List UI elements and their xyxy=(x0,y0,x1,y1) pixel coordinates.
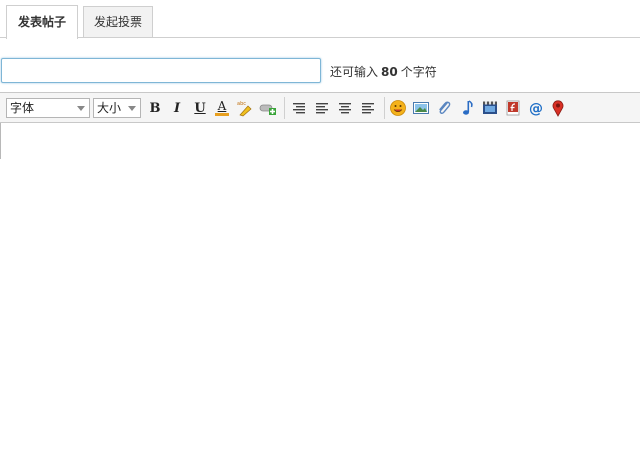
align-left-icon xyxy=(293,103,305,114)
italic-button[interactable]: I xyxy=(168,99,186,117)
attachment-icon xyxy=(439,101,451,115)
insert-map-button[interactable] xyxy=(549,99,567,117)
font-color-button[interactable]: A xyxy=(213,99,231,117)
font-family-select[interactable]: 字体 xyxy=(6,98,90,118)
font-family-select-label: 字体 xyxy=(10,101,35,115)
toolbar-divider xyxy=(284,97,285,119)
bold-icon: B xyxy=(149,100,161,116)
underline-icon: U xyxy=(194,100,206,116)
svg-text:@: @ xyxy=(529,101,543,117)
link-button[interactable] xyxy=(259,99,277,117)
align-center-button[interactable] xyxy=(336,99,354,117)
bold-button[interactable]: B xyxy=(146,99,164,117)
at-icon: @ xyxy=(529,101,543,117)
remain-prefix: 还可输入 xyxy=(330,65,379,79)
insert-video-button[interactable] xyxy=(481,99,499,117)
tab-bar: 发表帖子 发起投票 xyxy=(0,0,640,39)
chevron-down-icon xyxy=(128,106,136,111)
insert-image-button[interactable] xyxy=(412,99,430,117)
flash-icon xyxy=(506,100,520,116)
font-color-icon: A xyxy=(217,99,227,113)
subject-input[interactable] xyxy=(1,58,321,83)
editor-body-border xyxy=(0,123,1,159)
link-icon xyxy=(259,104,276,115)
svg-text:abc: abc xyxy=(237,101,246,107)
align-left-button[interactable] xyxy=(290,99,308,117)
insert-flash-button[interactable] xyxy=(504,99,522,117)
music-icon xyxy=(463,100,473,115)
align-justify-icon xyxy=(316,103,328,114)
emoticon-icon xyxy=(390,100,406,116)
italic-icon: I xyxy=(173,100,181,116)
remain-suffix: 个字符 xyxy=(400,65,437,79)
insert-music-button[interactable] xyxy=(458,99,476,117)
highlight-button[interactable]: abc xyxy=(236,99,254,117)
align-justify-button[interactable] xyxy=(313,99,331,117)
map-marker-icon xyxy=(552,100,564,117)
tab-post-thread[interactable]: 发表帖子 xyxy=(6,5,78,39)
emoticon-button[interactable] xyxy=(389,99,407,117)
tab-create-poll[interactable]: 发起投票 xyxy=(83,6,153,38)
chevron-down-icon xyxy=(77,106,85,111)
toolbar-divider xyxy=(384,97,385,119)
align-right-button[interactable] xyxy=(359,99,377,117)
align-center-icon xyxy=(339,103,351,114)
editor-toolbar: 字体 大小 B I U A abc @ xyxy=(0,93,640,123)
font-color-bar xyxy=(215,113,229,116)
remaining-chars-hint: 还可输入 80 个字符 xyxy=(330,63,437,80)
highlight-icon: abc xyxy=(237,101,252,117)
underline-button[interactable]: U xyxy=(191,99,209,117)
attachment-button[interactable] xyxy=(435,99,453,117)
font-size-select-label: 大小 xyxy=(97,101,122,115)
video-icon xyxy=(483,101,497,114)
remain-count: 80 xyxy=(381,65,398,79)
rich-text-editor: 字体 大小 B I U A abc @ xyxy=(0,92,640,449)
font-size-select[interactable]: 大小 xyxy=(93,98,141,118)
mention-button[interactable]: @ xyxy=(527,99,545,117)
image-icon xyxy=(413,102,429,114)
post-editor-page: 发表帖子 发起投票 还可输入 80 个字符 字体 大小 B I U A abc … xyxy=(0,0,640,449)
align-right-icon xyxy=(362,103,374,114)
